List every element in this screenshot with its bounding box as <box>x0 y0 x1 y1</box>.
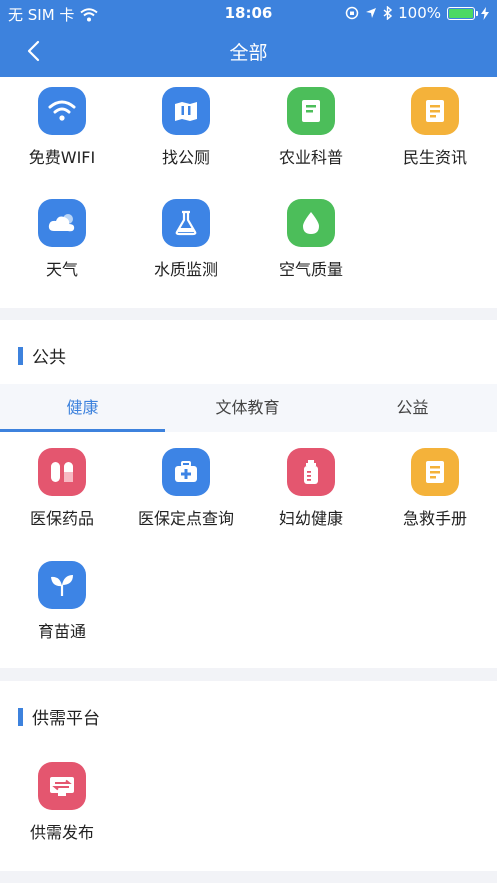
app-find-toilet[interactable]: 找公厕 <box>124 87 248 187</box>
app-weather[interactable]: 天气 <box>0 199 124 299</box>
medkit-icon <box>162 448 210 496</box>
app-water-quality[interactable]: 水质监测 <box>124 199 248 299</box>
nav-bar: 全部 <box>0 26 497 77</box>
document-icon <box>287 87 335 135</box>
exchange-icon <box>38 762 86 810</box>
app-livelihood-news[interactable]: 民生资讯 <box>373 87 497 187</box>
orientation-lock-icon <box>345 6 359 20</box>
pill-icon <box>38 448 86 496</box>
app-free-wifi[interactable]: 免费WIFI <box>0 87 124 187</box>
app-maternal-child-health[interactable]: 妇幼健康 <box>249 448 373 548</box>
supply-demand-section: 供需平台 供需发布 <box>0 681 497 871</box>
tab-health[interactable]: 健康 <box>0 384 165 432</box>
app-first-aid-handbook[interactable]: 急救手册 <box>373 448 497 548</box>
top-apps-section: 免费WIFI 找公厕 农业科普 民生资讯 天气 水质监测 空气质量 <box>0 77 497 308</box>
section-title-public: 公共 <box>18 343 66 368</box>
app-supply-demand-publish[interactable]: 供需发布 <box>0 762 124 862</box>
bluetooth-icon <box>383 6 393 20</box>
section-title-supply-demand: 供需平台 <box>18 704 100 729</box>
toilet-map-icon <box>162 87 210 135</box>
droplet-icon <box>287 199 335 247</box>
app-insurance-point-query[interactable]: 医保定点查询 <box>124 448 248 548</box>
tab-public-welfare[interactable]: 公益 <box>330 384 495 432</box>
app-medical-insurance-drugs[interactable]: 医保药品 <box>0 448 124 548</box>
baby-bottle-icon <box>287 448 335 496</box>
category-tabs: 健康 文体教育 公益 <box>0 384 497 432</box>
handbook-icon <box>411 448 459 496</box>
weather-icon <box>38 199 86 247</box>
charging-icon <box>481 6 489 20</box>
app-air-quality[interactable]: 空气质量 <box>249 199 373 299</box>
sprout-icon <box>38 561 86 609</box>
app-seedling-pass[interactable]: 育苗通 <box>0 561 124 661</box>
location-icon <box>366 8 377 18</box>
wifi-icon <box>38 87 86 135</box>
page-title: 全部 <box>229 42 268 64</box>
flask-icon <box>162 199 210 247</box>
battery-icon <box>447 6 478 20</box>
tab-culture-education[interactable]: 文体教育 <box>165 384 330 432</box>
news-icon <box>411 87 459 135</box>
battery-percent: 100% <box>398 4 441 22</box>
active-tab-indicator <box>0 429 165 432</box>
header: 无 SIM 卡 18:06 100% 全部 <box>0 0 497 77</box>
status-bar: 无 SIM 卡 18:06 100% <box>0 0 497 26</box>
app-agri-science[interactable]: 农业科普 <box>249 87 373 187</box>
